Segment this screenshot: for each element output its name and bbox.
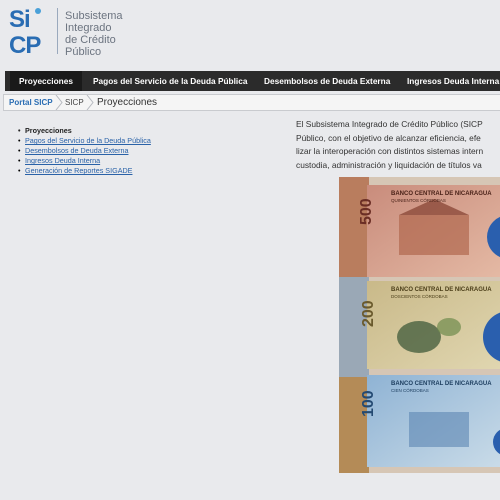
bullet-icon: • xyxy=(18,166,21,175)
org-name-line: Integrado xyxy=(65,22,112,34)
menu-item: • Ingresos Deuda Interna xyxy=(18,156,198,166)
bullet-icon: • xyxy=(18,156,21,165)
bullet-icon: • xyxy=(18,146,21,155)
intro-paragraph: El Subsistema Integrado de Crédito Públi… xyxy=(296,118,500,172)
breadcrumb-current: Proyecciones xyxy=(97,97,158,108)
note-100-value: 100 xyxy=(360,390,377,417)
menu-link-ingresos[interactable]: Ingresos Deuda Interna xyxy=(25,156,100,165)
nav-item-desembolsos[interactable]: Desembolsos de Deuda Externa xyxy=(264,71,390,91)
menu-link-pagos[interactable]: Pagos del Servicio de la Deuda Pública xyxy=(25,136,151,145)
note-500-words: QUINIENTOS CÓRDOBAS xyxy=(391,197,446,203)
breadcrumb-portal-sicp[interactable]: Portal SICP xyxy=(9,95,53,110)
menu-item: • Desembolsos de Deuda Externa xyxy=(18,146,198,156)
menu-link-desembolsos[interactable]: Desembolsos de Deuda Externa xyxy=(25,146,128,155)
note-500-bank: BANCO CENTRAL DE NICARAGUA xyxy=(391,191,492,197)
logo-line-1: Si xyxy=(9,6,31,33)
org-name: Subsistema Integrado de Crédito Público xyxy=(65,10,122,58)
menu-link-reportes[interactable]: Generación de Reportes SIGADE xyxy=(25,166,132,175)
intro-line: custodia, administración y liquidación d… xyxy=(296,159,482,170)
banknotes-image: 500 200 100 BANCO CENTRAL DE NICARAGUA Q… xyxy=(339,177,500,473)
nav-item-proyecciones[interactable]: Proyecciones xyxy=(10,71,82,91)
note-200-bank: BANCO CENTRAL DE NICARAGUA xyxy=(391,287,492,293)
org-name-line: Público xyxy=(65,46,102,58)
logo-divider xyxy=(57,8,58,54)
nav-item-ingresos[interactable]: Ingresos Deuda Interna xyxy=(407,71,499,91)
breadcrumb-sicp[interactable]: SICP xyxy=(65,95,84,110)
site-header: Si CP Subsistema Integrado de Crédito Pú… xyxy=(0,0,500,66)
org-name-line: Subsistema xyxy=(65,10,123,22)
menu-item: • Generación de Reportes SIGADE xyxy=(18,166,198,176)
nav-item-pagos[interactable]: Pagos del Servicio de la Deuda Pública xyxy=(93,71,247,91)
menu-heading-label: Proyecciones xyxy=(25,126,72,135)
note-100-bank: BANCO CENTRAL DE NICARAGUA xyxy=(391,381,492,387)
logo-dot xyxy=(35,8,41,14)
logo-line-2: CP xyxy=(9,32,41,59)
note-500-value: 500 xyxy=(358,198,375,225)
note-200-words: DOSCIENTOS CÓRDOBAS xyxy=(391,293,448,299)
note-100-words: CIEN CÓRDOBAS xyxy=(391,387,429,393)
banknotes-illustration: 500 200 100 BANCO CENTRAL DE NICARAGUA Q… xyxy=(339,177,500,473)
sicp-logo[interactable]: Si CP xyxy=(9,6,53,59)
note-200-value: 200 xyxy=(360,300,377,327)
main-nav: Proyecciones Pagos del Servicio de la De… xyxy=(5,71,500,91)
intro-line: El Subsistema Integrado de Crédito Públi… xyxy=(296,119,483,129)
org-name-line: de Crédito xyxy=(65,34,116,46)
menu-item: • Pagos del Servicio de la Deuda Pública xyxy=(18,136,198,146)
breadcrumb: Portal SICP SICP Proyecciones xyxy=(3,94,500,111)
bullet-icon: • xyxy=(18,126,21,135)
menu-heading: • Proyecciones xyxy=(18,126,198,136)
bullet-icon: • xyxy=(18,136,21,145)
chevron-right-icon xyxy=(55,95,63,110)
intro-line: Público, con el objetivo de alcanzar efi… xyxy=(296,132,481,143)
intro-line: lizar la interoperación con distintos si… xyxy=(296,146,484,156)
chevron-right-icon xyxy=(86,95,94,110)
sidebar-menu: • Proyecciones • Pagos del Servicio de la … xyxy=(18,126,198,176)
